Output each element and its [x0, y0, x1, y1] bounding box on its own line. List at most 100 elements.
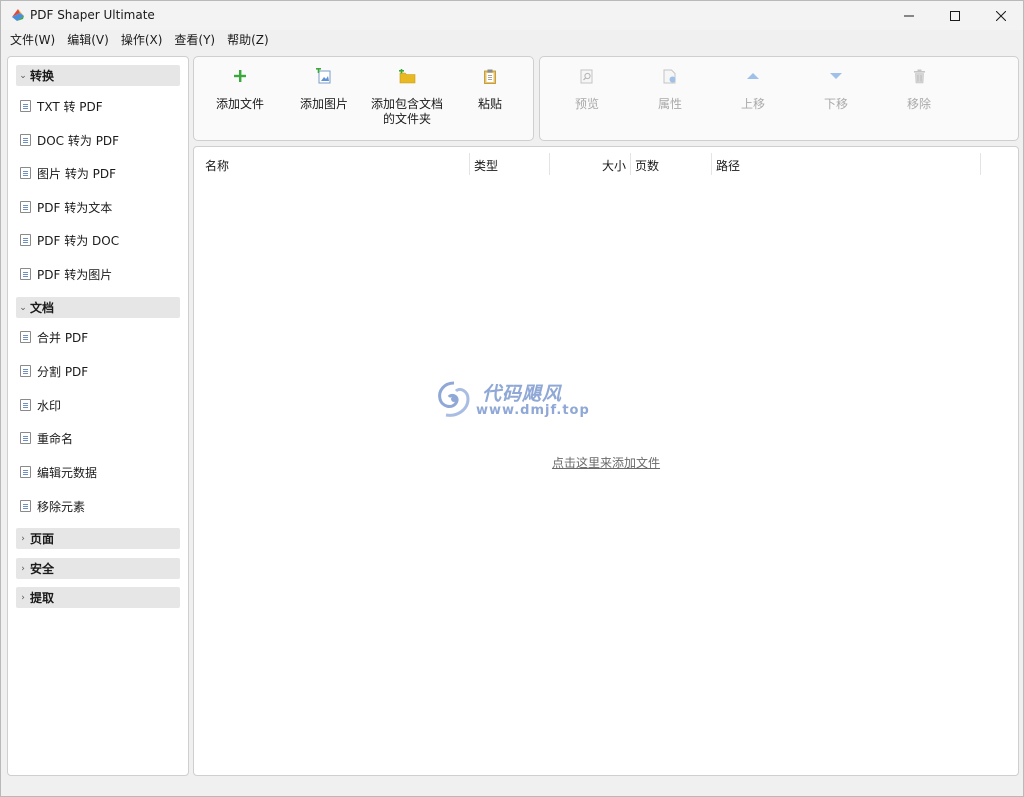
maximize-button[interactable] [932, 1, 978, 30]
column-separator[interactable] [980, 153, 981, 175]
section-security-header[interactable]: › 安全 [16, 558, 180, 579]
sidebar-item-label: PDF 转为 DOC [37, 233, 120, 248]
sidebar-item-edit-metadata[interactable]: 编辑元数据 [20, 461, 180, 483]
watermark-icon [20, 399, 31, 411]
add-folder-button[interactable]: 添加包含文档 的文件夹 [366, 57, 448, 140]
document-icon [20, 100, 31, 112]
rename-icon [20, 432, 31, 444]
properties-icon [663, 69, 676, 83]
chevron-down-icon: ⌄ [19, 70, 27, 81]
add-image-button[interactable]: 添加图片 [290, 57, 358, 140]
sidebar-item-split-pdf[interactable]: 分割 PDF [20, 360, 180, 382]
sidebar-item-label: PDF 转为图片 [37, 267, 113, 282]
sidebar-item-pdf-to-text[interactable]: PDF 转为文本 [20, 196, 180, 218]
chevron-down-icon: ⌄ [19, 302, 27, 313]
arrow-down-icon [830, 73, 842, 79]
menu-edit[interactable]: 编辑(V) [61, 30, 115, 51]
section-title: 提取 [30, 591, 55, 605]
menu-view[interactable]: 查看(Y) [168, 30, 221, 51]
menu-file[interactable]: 文件(W) [4, 30, 61, 51]
sidebar-item-image-to-pdf[interactable]: 图片 转为 PDF [20, 162, 180, 184]
paste-button[interactable]: 粘贴 [456, 57, 524, 140]
sidebar-item-label: 图片 转为 PDF [37, 166, 117, 181]
section-pages-header[interactable]: › 页面 [16, 528, 180, 549]
column-separator[interactable] [469, 153, 470, 175]
section-document-header[interactable]: ⌄ 文档 [16, 297, 180, 318]
plus-icon [234, 70, 246, 82]
sidebar-item-remove-elements[interactable]: 移除元素 [20, 495, 180, 517]
toolbar-list-actions: 预览 属性 上移 下移 移除 [539, 56, 1019, 141]
menu-help[interactable]: 帮助(Z) [221, 30, 275, 51]
watermark-logo: 代码飓风 www.dmjf.top [434, 379, 614, 421]
column-separator[interactable] [549, 153, 550, 175]
sidebar-item-label: PDF 转为文本 [37, 200, 113, 215]
column-separator[interactable] [711, 153, 712, 175]
section-title: 转换 [30, 69, 55, 83]
arrow-up-icon [747, 73, 759, 79]
column-separator[interactable] [630, 153, 631, 175]
sidebar-item-label: TXT 转 PDF [37, 99, 103, 114]
tool-label: 添加包含文档 的文件夹 [370, 97, 443, 126]
menu-action[interactable]: 操作(X) [115, 30, 169, 51]
sidebar-item-txt-to-pdf[interactable]: TXT 转 PDF [20, 95, 180, 117]
section-title: 页面 [30, 532, 55, 546]
sidebar-item-label: 编辑元数据 [37, 465, 98, 480]
column-header-name[interactable]: 名称 [205, 157, 229, 174]
column-header-path[interactable]: 路径 [716, 157, 740, 174]
sidebar-item-merge-pdf[interactable]: 合并 PDF [20, 326, 180, 348]
column-header-type[interactable]: 类型 [474, 157, 498, 174]
tool-label: 添加文件 [215, 97, 264, 111]
paste-icon [484, 69, 496, 84]
column-header-size[interactable]: 大小 [602, 157, 626, 174]
menu-bar: 文件(W) 编辑(V) 操作(X) 查看(Y) 帮助(Z) [1, 30, 1023, 51]
window-title: PDF Shaper Ultimate [30, 8, 155, 22]
move-up-button[interactable]: 上移 [719, 57, 787, 140]
minimize-button[interactable] [886, 1, 932, 30]
properties-button[interactable]: 属性 [636, 57, 704, 140]
sidebar-item-label: 合并 PDF [37, 330, 89, 345]
remove-elements-icon [20, 500, 31, 512]
swirl-logo-icon [438, 381, 470, 417]
file-list[interactable]: 名称 类型 大小 页数 路径 代码飓风 www.dmjf.top 点击这里来添加… [193, 146, 1019, 776]
section-convert-header[interactable]: ⌄ 转换 [16, 65, 180, 86]
chevron-right-icon: › [21, 533, 25, 544]
section-title: 文档 [30, 301, 55, 315]
sidebar-item-label: 水印 [37, 398, 62, 413]
document-icon [20, 201, 31, 213]
section-title: 安全 [30, 562, 55, 576]
section-extract-header[interactable]: › 提取 [16, 587, 180, 608]
move-down-button[interactable]: 下移 [802, 57, 870, 140]
sidebar-item-doc-to-pdf[interactable]: DOC 转为 PDF [20, 129, 180, 151]
remove-button[interactable]: 移除 [885, 57, 953, 140]
sidebar-item-watermark[interactable]: 水印 [20, 394, 180, 416]
close-icon [996, 10, 1006, 21]
add-files-link[interactable]: 点击这里来添加文件 [552, 454, 660, 471]
tool-label: 移除 [906, 97, 931, 111]
tool-label: 上移 [740, 97, 765, 111]
tool-label: 添加图片 [299, 97, 348, 111]
tool-label: 下移 [823, 97, 848, 111]
tool-label: 粘贴 [477, 97, 502, 111]
preview-button[interactable]: 预览 [553, 57, 621, 140]
metadata-icon [20, 466, 31, 478]
title-bar: PDF Shaper Ultimate [1, 1, 1023, 30]
sidebar-item-pdf-to-image[interactable]: PDF 转为图片 [20, 263, 180, 285]
add-file-button[interactable]: 添加文件 [206, 57, 274, 140]
tool-label: 预览 [574, 97, 599, 111]
chevron-right-icon: › [21, 592, 25, 603]
app-window: PDF Shaper Ultimate 文件(W) 编辑(V) 操作(X) 查看… [0, 0, 1024, 797]
sidebar: ⌄ 转换 TXT 转 PDF DOC 转为 PDF 图片 转为 PDF PDF … [7, 56, 189, 776]
sidebar-item-pdf-to-doc[interactable]: PDF 转为 DOC [20, 229, 180, 251]
tool-label: 属性 [657, 97, 682, 111]
sidebar-item-label: DOC 转为 PDF [37, 133, 120, 148]
watermark-en-text: www.dmjf.top [476, 403, 590, 418]
sidebar-item-label: 重命名 [37, 431, 74, 446]
sidebar-item-rename[interactable]: 重命名 [20, 427, 180, 449]
column-header-pages[interactable]: 页数 [635, 157, 659, 174]
close-button[interactable] [978, 1, 1024, 30]
status-bar [1, 779, 1023, 796]
trash-icon [913, 69, 925, 83]
add-image-icon [316, 68, 331, 84]
watermark-cn-text: 代码飓风 [482, 383, 563, 405]
maximize-icon [950, 10, 960, 21]
